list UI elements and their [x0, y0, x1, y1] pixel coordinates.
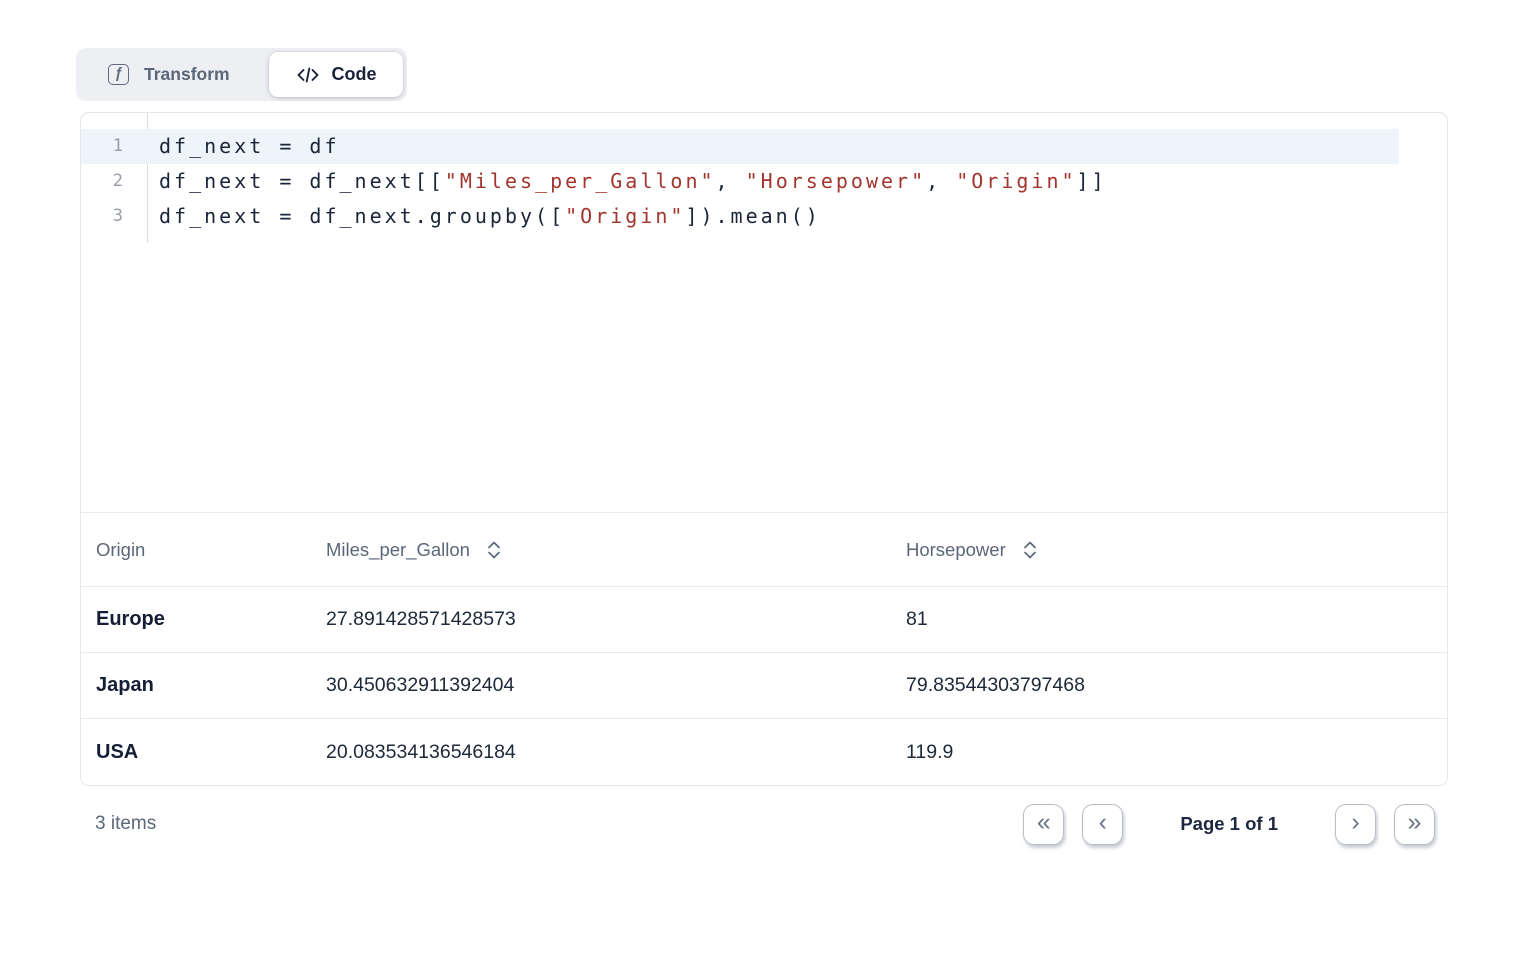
tab-transform[interactable]: ƒ Transform — [80, 64, 269, 85]
sort-icon[interactable] — [1022, 539, 1038, 561]
cell-origin: Japan — [81, 674, 311, 697]
column-header-label: Miles_per_Gallon — [326, 539, 470, 561]
tab-transform-label: Transform — [144, 64, 230, 85]
line-number: 2 — [81, 164, 147, 199]
string-token: "Horsepower" — [746, 169, 927, 193]
next-page-button[interactable]: › — [1335, 804, 1376, 845]
code-editor[interactable]: 1 df_next = df 2 df_next = df_next[["Mil… — [81, 113, 1447, 513]
cell-miles_per_gallon: 20.083534136546184 — [311, 741, 891, 764]
code-token: df_next = df — [159, 134, 340, 158]
cell-miles_per_gallon: 30.450632911392404 — [311, 674, 891, 697]
chevron-right-icon: › — [1351, 810, 1359, 835]
double-chevron-right-icon: » — [1408, 810, 1422, 835]
code-token: , — [716, 169, 746, 193]
line-number: 3 — [81, 199, 147, 234]
cell-horsepower: 79.83544303797468 — [891, 674, 1447, 697]
code-token: df_next = df_next.groupby([ — [159, 204, 565, 228]
column-header-label: Horsepower — [906, 539, 1006, 561]
cell-horsepower: 81 — [891, 608, 1447, 631]
code-token: df_next = df_next[[ — [159, 169, 445, 193]
code-line: 1 df_next = df — [81, 129, 1447, 164]
table-body: Europe 27.891428571428573 81 Japan 30.45… — [81, 587, 1447, 785]
function-glyph: ƒ — [114, 66, 122, 82]
cell-horsepower: 119.9 — [891, 741, 1447, 764]
code-lines: 1 df_next = df 2 df_next = df_next[["Mil… — [81, 113, 1447, 234]
code-text: df_next = df_next.groupby(["Origin"]).me… — [147, 199, 821, 234]
string-token: "Origin" — [956, 169, 1076, 193]
column-header-miles_per_gallon[interactable]: Miles_per_Gallon — [311, 539, 891, 561]
pagination: « ‹ Page 1 of 1 › » — [1023, 804, 1435, 845]
code-line: 2 df_next = df_next[["Miles_per_Gallon",… — [81, 164, 1447, 199]
line-number: 1 — [81, 129, 147, 164]
code-token: ]).mean() — [685, 204, 820, 228]
cell-miles_per_gallon: 27.891428571428573 — [311, 608, 891, 631]
cell-origin: USA — [81, 741, 311, 764]
table-row: USA 20.083534136546184 119.9 — [81, 719, 1447, 785]
code-line: 3 df_next = df_next.groupby(["Origin"]).… — [81, 199, 1447, 234]
double-chevron-left-icon: « — [1037, 810, 1051, 835]
view-tabbar: ƒ Transform Code — [76, 48, 407, 101]
code-text: df_next = df — [147, 129, 340, 164]
string-token: "Origin" — [565, 204, 685, 228]
items-count: 3 items — [95, 813, 156, 835]
page: ƒ Transform Code 1 df_next = df 2 df_nex… — [0, 48, 1516, 846]
column-header-label: Origin — [96, 539, 145, 561]
page-indicator: Page 1 of 1 — [1180, 813, 1278, 835]
code-token: ]] — [1077, 169, 1107, 193]
column-header-horsepower[interactable]: Horsepower — [891, 539, 1447, 561]
chevron-left-icon: ‹ — [1099, 810, 1107, 835]
tab-code-label: Code — [332, 64, 377, 85]
code-text: df_next = df_next[["Miles_per_Gallon", "… — [147, 164, 1107, 199]
function-icon: ƒ — [108, 64, 129, 85]
cell-origin: Europe — [81, 608, 311, 631]
table-row: Japan 30.450632911392404 79.835443037974… — [81, 653, 1447, 719]
last-page-button[interactable]: » — [1394, 804, 1435, 845]
sort-icon[interactable] — [486, 539, 502, 561]
transform-card: 1 df_next = df 2 df_next = df_next[["Mil… — [80, 112, 1448, 786]
tab-code[interactable]: Code — [269, 52, 403, 97]
code-token: , — [926, 169, 956, 193]
column-header-origin: Origin — [81, 539, 311, 561]
first-page-button[interactable]: « — [1023, 804, 1064, 845]
prev-page-button[interactable]: ‹ — [1082, 804, 1123, 845]
string-token: "Miles_per_Gallon" — [445, 169, 716, 193]
table-header-row: Origin Miles_per_Gallon Horsepower — [81, 513, 1447, 587]
table-footer: 3 items « ‹ Page 1 of 1 › » — [80, 802, 1448, 846]
table-row: Europe 27.891428571428573 81 — [81, 587, 1447, 653]
code-icon — [296, 64, 320, 86]
